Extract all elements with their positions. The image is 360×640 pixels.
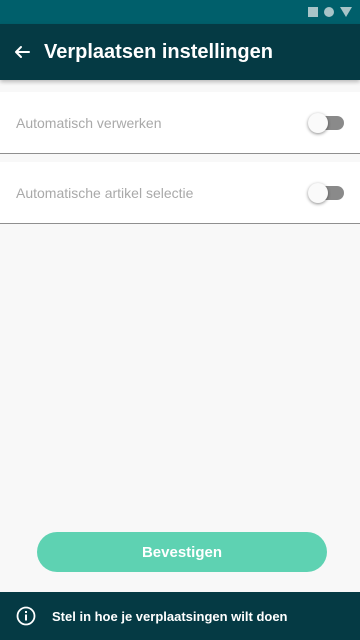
status-bar — [0, 0, 360, 24]
square-icon — [308, 7, 318, 17]
page-title: Verplaatsen instellingen — [44, 40, 273, 63]
toggle-thumb — [308, 112, 328, 133]
setting-label: Automatische artikel selectie — [16, 184, 194, 201]
toggle-thumb — [308, 182, 328, 203]
automatische-artikel-selectie-toggle[interactable] — [308, 182, 344, 203]
circle-icon — [324, 7, 334, 17]
confirm-button[interactable]: Bevestigen — [37, 532, 327, 572]
info-text: Stel in hoe je verplaatsingen wilt doen — [52, 608, 288, 624]
automatisch-verwerken-toggle[interactable] — [308, 112, 344, 133]
setting-row-automatisch-verwerken: Automatisch verwerken — [0, 92, 360, 154]
app-bar: Verplaatsen instellingen — [0, 24, 360, 80]
info-icon — [16, 606, 36, 626]
arrow-left-icon — [15, 46, 30, 58]
triangle-icon — [340, 7, 352, 17]
setting-row-automatische-artikel-selectie: Automatische artikel selectie — [0, 162, 360, 224]
info-bar: Stel in hoe je verplaatsingen wilt doen — [0, 592, 360, 640]
setting-label: Automatisch verwerken — [16, 114, 162, 131]
back-button[interactable] — [0, 24, 44, 80]
